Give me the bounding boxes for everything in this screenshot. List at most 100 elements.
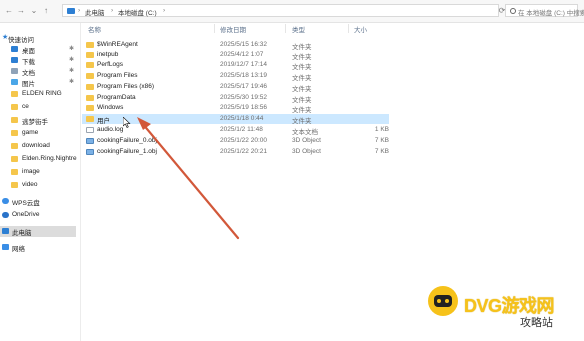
sidebar-item-downloads[interactable]: 下载 ✱ bbox=[0, 55, 78, 66]
sidebar-item-label: download bbox=[22, 142, 50, 149]
sidebar-item-label: 逃梦街手 bbox=[22, 119, 48, 126]
mouse-cursor-icon bbox=[123, 117, 131, 128]
file-row[interactable]: Windows 2025/5/19 18:56 文件夹 bbox=[82, 103, 389, 114]
gamepad-logo-icon bbox=[428, 286, 458, 316]
sidebar-item-label: 此电脑 bbox=[12, 230, 32, 237]
search-placeholder: 在 本地磁盘 (C:) 中搜索 bbox=[518, 10, 584, 17]
file-type: 文件夹 bbox=[292, 75, 312, 82]
file-name: cookingFailure_0.obj bbox=[97, 137, 157, 144]
column-divider[interactable] bbox=[214, 24, 215, 33]
file-date: 2019/12/7 17:14 bbox=[220, 61, 267, 68]
breadcrumb-drive-c[interactable]: 本地磁盘 (C:) bbox=[118, 7, 157, 17]
file-date: 2025/5/30 19:52 bbox=[220, 94, 267, 101]
picture-icon bbox=[11, 79, 18, 85]
file-type: 文本文档 bbox=[292, 129, 318, 136]
watermark-subtitle: 攻略站 bbox=[520, 317, 553, 329]
back-arrow-icon[interactable]: ← bbox=[4, 6, 14, 16]
file-row[interactable]: Program Files 2025/5/18 13:19 文件夹 bbox=[82, 71, 389, 82]
sidebar-item-quick-access[interactable]: ★ 快速访问 bbox=[0, 33, 78, 44]
file-type: 文件夹 bbox=[292, 118, 312, 125]
watermark: DVG游戏网 攻略站 bbox=[420, 280, 580, 332]
folder-icon bbox=[11, 91, 18, 97]
file-name: ProgramData bbox=[97, 94, 136, 101]
computer-icon bbox=[2, 228, 9, 234]
folder-icon bbox=[86, 84, 94, 90]
file-name: Program Files (x86) bbox=[97, 83, 155, 90]
file-size: 7 KB bbox=[374, 137, 389, 144]
folder-icon bbox=[86, 42, 94, 48]
sidebar-item-elden-ring[interactable]: ELDEN RING bbox=[0, 89, 78, 100]
sidebar-item-documents[interactable]: 文档 ✱ bbox=[0, 66, 78, 77]
cloud-icon bbox=[2, 212, 9, 218]
file-date: 2025/5/15 16:32 bbox=[220, 41, 267, 48]
file-row[interactable]: ProgramData 2025/5/30 19:52 文件夹 bbox=[82, 93, 389, 104]
file-name: 用户 bbox=[97, 118, 110, 125]
file-name: cookingFailure_1.obj bbox=[97, 148, 157, 155]
file-date: 2025/5/17 19:46 bbox=[220, 83, 267, 90]
navigation-pane: ★ 快速访问 桌面 ✱ 下载 ✱ 文档 ✱ 图片 ✱ ELDEN RING ce… bbox=[0, 23, 81, 341]
sidebar-item-elden-ring-nightreign[interactable]: Elden.Ring.Nightre bbox=[0, 154, 78, 165]
sidebar-item-label: ce bbox=[22, 103, 29, 110]
folder-icon bbox=[86, 116, 94, 122]
breadcrumb-this-pc[interactable]: 此电脑 bbox=[85, 7, 105, 17]
sidebar-item-game[interactable]: game bbox=[0, 128, 78, 139]
column-header-name[interactable]: 名称 bbox=[88, 24, 101, 34]
file-row[interactable]: PerfLogs 2019/12/7 17:14 文件夹 bbox=[82, 60, 389, 71]
file-type: 文件夹 bbox=[292, 86, 312, 93]
folder-icon bbox=[86, 105, 94, 111]
sidebar-item-download[interactable]: download bbox=[0, 141, 78, 152]
column-divider[interactable] bbox=[285, 24, 286, 33]
sidebar-item-desktop[interactable]: 桌面 ✱ bbox=[0, 44, 78, 55]
address-bar[interactable]: › 此电脑 › 本地磁盘 (C:) › bbox=[62, 4, 499, 17]
computer-icon bbox=[67, 8, 75, 14]
recent-locations-chevron-icon[interactable]: ⌄ bbox=[29, 6, 39, 16]
file-type: 文件夹 bbox=[292, 107, 312, 114]
file-date: 2025/1/2 11:48 bbox=[220, 126, 263, 133]
search-input[interactable]: 在 本地磁盘 (C:) 中搜索 bbox=[505, 4, 584, 17]
text-file-icon bbox=[86, 127, 94, 133]
file-row[interactable]: inetpub 2025/4/12 1:07 文件夹 bbox=[82, 50, 389, 61]
file-date: 2025/5/19 18:56 bbox=[220, 104, 267, 111]
file-row[interactable]: Program Files (x86) 2025/5/17 19:46 文件夹 bbox=[82, 82, 389, 93]
folder-icon bbox=[11, 104, 18, 110]
file-size: 7 KB bbox=[374, 148, 389, 155]
forward-arrow-icon[interactable]: → bbox=[16, 6, 26, 16]
breadcrumb-separator: › bbox=[163, 7, 166, 14]
sidebar-item-label: OneDrive bbox=[12, 211, 40, 218]
sidebar-item-onedrive[interactable]: OneDrive bbox=[0, 210, 78, 221]
file-name: $WinREAgent bbox=[97, 41, 138, 48]
sidebar-item-label: image bbox=[22, 168, 40, 175]
sidebar-item-network[interactable]: 网络 bbox=[0, 242, 78, 253]
breadcrumb-separator: › bbox=[78, 7, 81, 14]
folder-icon bbox=[86, 73, 94, 79]
3d-object-icon bbox=[86, 138, 94, 144]
file-row[interactable]: $WinREAgent 2025/5/15 16:32 文件夹 bbox=[82, 40, 389, 51]
sidebar-item-wps-cloud[interactable]: WPS云盘 bbox=[0, 196, 78, 207]
sidebar-item-video[interactable]: video bbox=[0, 180, 78, 191]
file-date: 2025/1/22 20:21 bbox=[220, 148, 267, 155]
file-row[interactable]: cookingFailure_0.obj 2025/1/22 20:00 3D … bbox=[82, 136, 389, 146]
folder-icon bbox=[86, 52, 94, 58]
sidebar-item-pictures[interactable]: 图片 ✱ bbox=[0, 77, 78, 88]
sidebar-item-this-pc[interactable]: 此电脑 bbox=[0, 226, 76, 237]
pin-icon: ✱ bbox=[69, 46, 75, 52]
column-header-type[interactable]: 类型 bbox=[292, 24, 305, 34]
address-toolbar: ← → ⌄ ↑ › 此电脑 › 本地磁盘 (C:) › ⟳ 在 本地磁盘 (C:… bbox=[0, 0, 584, 23]
file-date: 2025/5/18 13:19 bbox=[220, 72, 267, 79]
sidebar-item-image[interactable]: image bbox=[0, 167, 78, 178]
pin-icon: ✱ bbox=[69, 68, 75, 74]
column-header-size[interactable]: 大小 bbox=[354, 24, 367, 34]
sidebar-item-folder[interactable]: 逃梦街手 bbox=[0, 115, 78, 126]
network-icon bbox=[2, 244, 9, 250]
folder-icon bbox=[11, 143, 18, 149]
file-name: Program Files bbox=[97, 72, 138, 79]
folder-icon bbox=[11, 182, 18, 188]
column-header-date[interactable]: 修改日期 bbox=[220, 24, 246, 34]
file-row[interactable]: cookingFailure_1.obj 2025/1/22 20:21 3D … bbox=[82, 147, 389, 157]
3d-object-icon bbox=[86, 149, 94, 155]
column-divider[interactable] bbox=[348, 24, 349, 33]
up-arrow-icon[interactable]: ↑ bbox=[41, 6, 51, 16]
file-date: 2025/1/22 20:00 bbox=[220, 137, 267, 144]
sidebar-item-ce[interactable]: ce bbox=[0, 102, 78, 113]
folder-icon bbox=[86, 62, 94, 68]
